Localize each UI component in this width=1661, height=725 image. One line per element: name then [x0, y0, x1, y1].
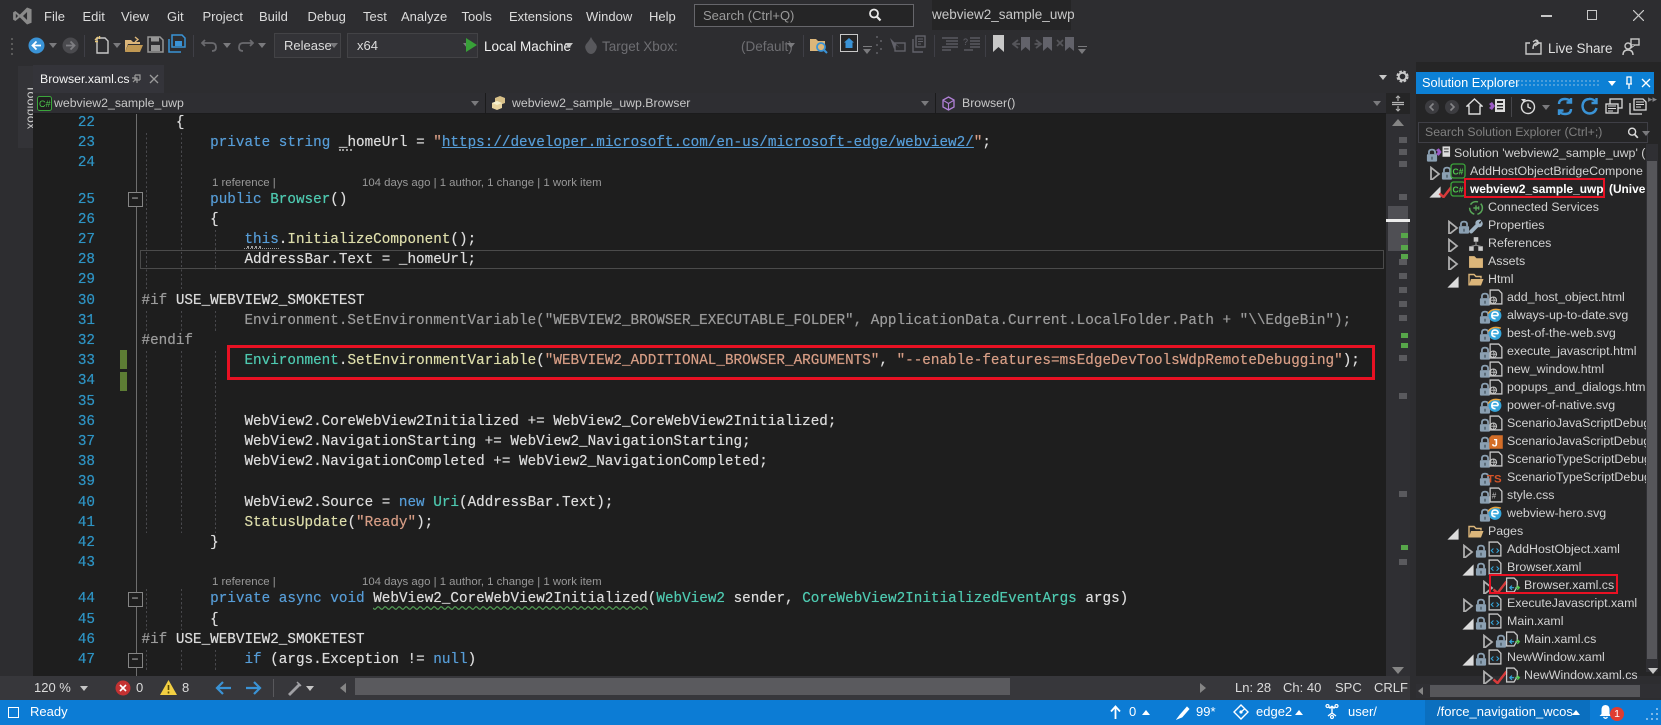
- svg-text:C#: C#: [1453, 185, 1464, 195]
- svg-text:C#: C#: [1453, 167, 1464, 177]
- svg-text:?: ?: [963, 37, 968, 47]
- svg-text:C#: C#: [39, 99, 51, 109]
- svg-text:TS: TS: [1487, 474, 1502, 486]
- svg-text:#: #: [1492, 492, 1497, 501]
- svg-text:J: J: [1492, 437, 1498, 449]
